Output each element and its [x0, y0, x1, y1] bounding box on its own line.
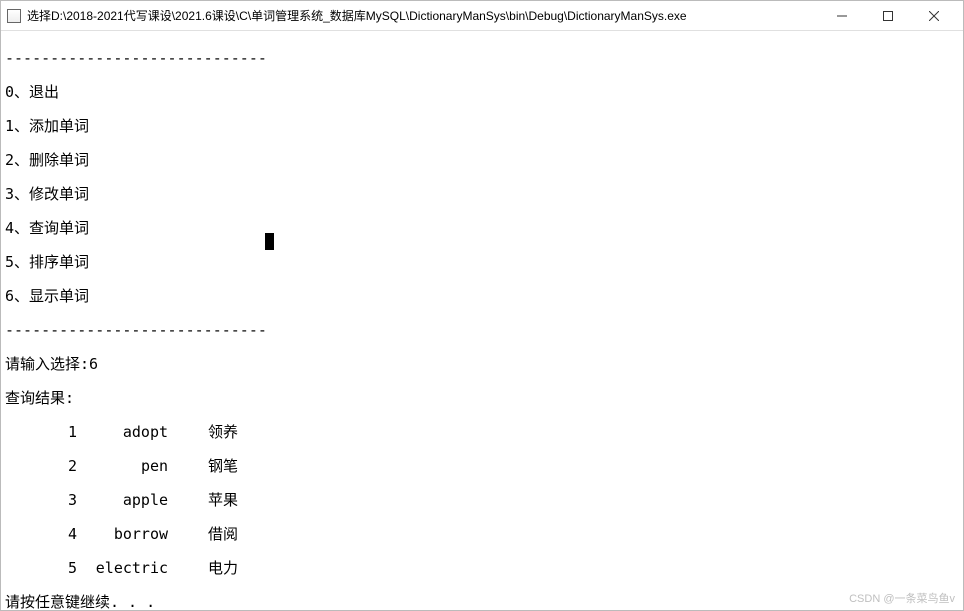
menu-item-2: 2、删除单词 — [5, 152, 959, 169]
titlebar: 选择D:\2018-2021代写课设\2021.6课设\C\单词管理系统_数据库… — [1, 1, 963, 31]
data-row-1: 1 adopt领养 — [5, 424, 959, 441]
menu-item-5: 5、排序单词 — [5, 254, 959, 271]
menu-item-6: 6、显示单词 — [5, 288, 959, 305]
minimize-button[interactable] — [819, 1, 865, 30]
menu-item-3: 3、修改单词 — [5, 186, 959, 203]
app-icon — [7, 9, 21, 23]
data-row-3: 3 apple苹果 — [5, 492, 959, 509]
prompt-label: 请输入选择: — [5, 355, 89, 373]
console-output[interactable]: ----------------------------- 0、退出 1、添加单… — [1, 31, 963, 610]
window-title: 选择D:\2018-2021代写课设\2021.6课设\C\单词管理系统_数据库… — [27, 7, 819, 24]
console-window: 选择D:\2018-2021代写课设\2021.6课设\C\单词管理系统_数据库… — [0, 0, 964, 611]
divider-bottom: ----------------------------- — [5, 322, 959, 339]
divider-top: ----------------------------- — [5, 50, 959, 67]
data-row-5: 5 electric电力 — [5, 560, 959, 577]
close-button[interactable] — [911, 1, 957, 30]
watermark: CSDN @一条菜鸟鱼v — [849, 591, 955, 608]
prompt-value: 6 — [89, 355, 98, 373]
menu-item-1: 1、添加单词 — [5, 118, 959, 135]
maximize-button[interactable] — [865, 1, 911, 30]
prompt-row: 请输入选择:6 — [5, 356, 959, 373]
window-controls — [819, 1, 957, 30]
data-row-4: 4 borrow借阅 — [5, 526, 959, 543]
press-any-key: 请按任意键继续. . . — [5, 594, 959, 610]
menu-item-4: 4、查询单词 — [5, 220, 959, 237]
menu-item-0: 0、退出 — [5, 84, 959, 101]
result-header: 查询结果: — [5, 390, 959, 407]
data-row-2: 2 pen钢笔 — [5, 458, 959, 475]
text-cursor — [265, 233, 274, 250]
